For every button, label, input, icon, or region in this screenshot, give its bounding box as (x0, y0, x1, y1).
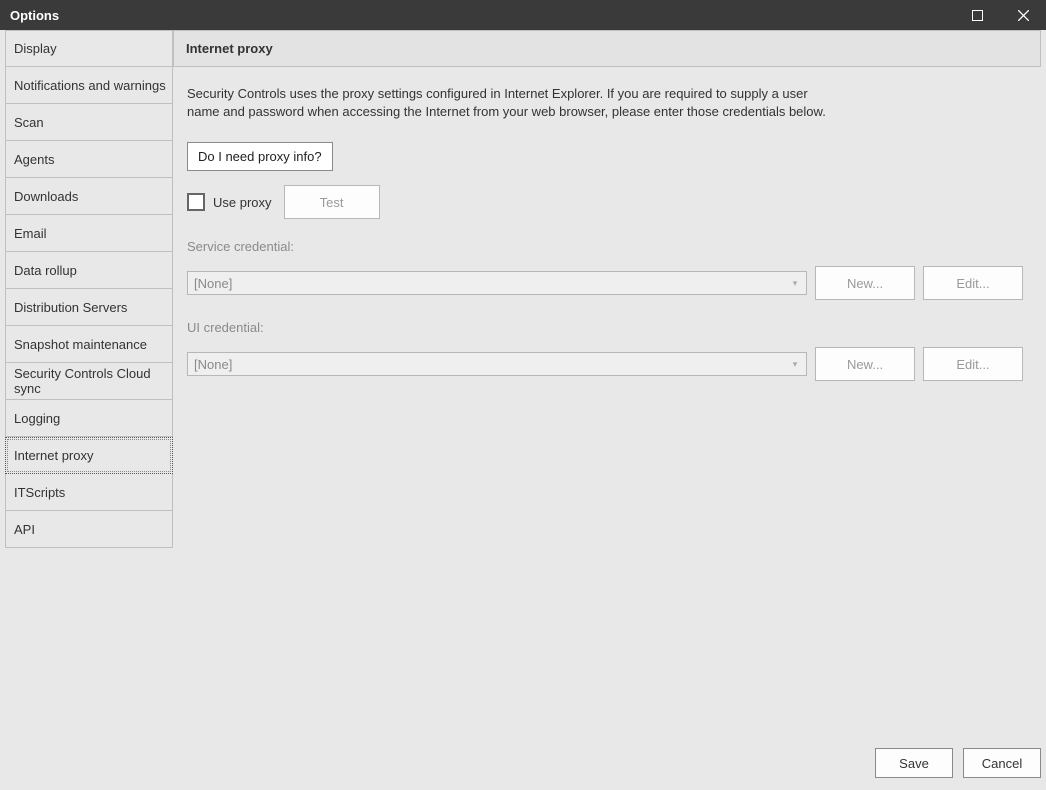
dialog-footer: Save Cancel (173, 748, 1041, 782)
close-icon[interactable] (1000, 0, 1046, 30)
chevron-down-icon: ▾ (788, 276, 802, 290)
tab-agents[interactable]: Agents (5, 141, 173, 178)
service-credential-edit-button[interactable]: Edit... (923, 266, 1023, 300)
window-title: Options (10, 8, 59, 23)
tab-itscripts[interactable]: ITScripts (5, 474, 173, 511)
tab-label: Display (14, 41, 57, 56)
panel-header: Internet proxy (173, 30, 1041, 67)
tab-distribution-servers[interactable]: Distribution Servers (5, 289, 173, 326)
tab-label: Internet proxy (14, 448, 94, 463)
chevron-down-icon: ▾ (788, 357, 802, 371)
test-button[interactable]: Test (284, 185, 380, 219)
ui-credential-label: UI credential: (187, 320, 1027, 335)
tab-label: Distribution Servers (14, 300, 127, 315)
tab-snapshot-maintenance[interactable]: Snapshot maintenance (5, 326, 173, 363)
tab-email[interactable]: Email (5, 215, 173, 252)
tab-label: Downloads (14, 189, 78, 204)
tab-cloud-sync[interactable]: Security Controls Cloud sync (5, 363, 173, 400)
service-credential-new-button[interactable]: New... (815, 266, 915, 300)
proxy-info-link[interactable]: Do I need proxy info? (187, 142, 333, 171)
ui-credential-combo[interactable]: [None] ▾ (187, 352, 807, 376)
cancel-button[interactable]: Cancel (963, 748, 1041, 778)
service-credential-label: Service credential: (187, 239, 1027, 254)
panel-title: Internet proxy (186, 41, 273, 56)
tab-internet-proxy[interactable]: Internet proxy (5, 437, 173, 474)
tab-display[interactable]: Display (5, 30, 173, 67)
tab-api[interactable]: API (5, 511, 173, 548)
use-proxy-checkbox[interactable] (187, 193, 205, 211)
tab-label: ITScripts (14, 485, 65, 500)
ui-credential-new-button[interactable]: New... (815, 347, 915, 381)
service-credential-row: [None] ▾ New... Edit... (187, 266, 1027, 300)
use-proxy-label: Use proxy (213, 195, 272, 210)
tab-scan[interactable]: Scan (5, 104, 173, 141)
service-credential-combo[interactable]: [None] ▾ (187, 271, 807, 295)
tab-label: Email (14, 226, 47, 241)
titlebar: Options (0, 0, 1046, 30)
tab-label: Snapshot maintenance (14, 337, 147, 352)
tab-downloads[interactable]: Downloads (5, 178, 173, 215)
ui-credential-edit-button[interactable]: Edit... (923, 347, 1023, 381)
tab-label: Security Controls Cloud sync (14, 366, 172, 396)
tab-label: API (14, 522, 35, 537)
maximize-icon[interactable] (954, 0, 1000, 30)
tab-notifications[interactable]: Notifications and warnings (5, 67, 173, 104)
tab-label: Data rollup (14, 263, 77, 278)
save-button[interactable]: Save (875, 748, 953, 778)
tab-label: Logging (14, 411, 60, 426)
ui-credential-row: [None] ▾ New... Edit... (187, 347, 1027, 381)
combo-value: [None] (194, 276, 232, 291)
options-sidebar: Display Notifications and warnings Scan … (5, 30, 173, 548)
panel-description: Security Controls uses the proxy setting… (187, 85, 827, 120)
tab-label: Agents (14, 152, 54, 167)
tab-data-rollup[interactable]: Data rollup (5, 252, 173, 289)
tab-label: Notifications and warnings (14, 78, 166, 93)
tab-logging[interactable]: Logging (5, 400, 173, 437)
panel-body: Security Controls uses the proxy setting… (173, 67, 1041, 742)
combo-value: [None] (194, 357, 232, 372)
tab-label: Scan (14, 115, 44, 130)
use-proxy-row: Use proxy Test (187, 185, 1027, 219)
